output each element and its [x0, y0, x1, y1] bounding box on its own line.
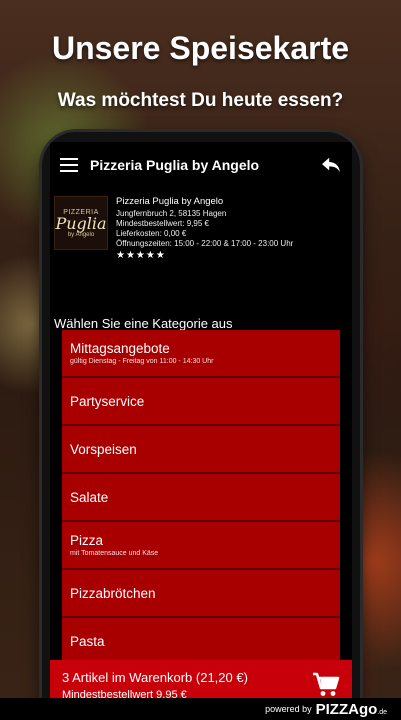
- restaurant-min-order: Mindestbestellwert: 9,95 €: [116, 219, 209, 228]
- rating-stars: ★★★★★: [116, 250, 166, 261]
- pizzago-logo: PIZZAgo.de: [315, 700, 387, 718]
- back-arrow-icon[interactable]: [320, 156, 342, 174]
- category-item-partyservice[interactable]: Partyservice: [62, 378, 340, 426]
- category-item-pasta[interactable]: Pasta: [62, 618, 340, 666]
- category-item-mittagsangebote[interactable]: Mittagsangebote gültig Dienstag - Freita…: [62, 330, 340, 378]
- restaurant-logo: PIZZERIA Puglia by Angelo: [54, 196, 108, 250]
- restaurant-name: Pizzeria Puglia by Angelo: [116, 196, 224, 207]
- restaurant-info: PIZZERIA Puglia by Angelo Pizzeria Pugli…: [50, 188, 352, 318]
- app-bar: Pizzeria Puglia by Angelo: [50, 142, 352, 188]
- category-list: Mittagsangebote gültig Dienstag - Freita…: [50, 330, 352, 666]
- hamburger-icon[interactable]: [60, 158, 78, 172]
- restaurant-delivery-cost: Lieferkosten: 0,00 €: [116, 229, 187, 238]
- promo-subline: Was möchtest Du heute essen?: [57, 90, 344, 111]
- restaurant-opening-hours: Öffnungszeiten: 15:00 - 22:00 & 17:00 - …: [116, 239, 294, 248]
- restaurant-details: Pizzeria Puglia by Angelo Jungfernbruch …: [116, 196, 293, 318]
- restaurant-address: Jungfernbruch 2, 58135 Hagen: [116, 209, 227, 218]
- shopping-cart-icon[interactable]: [312, 672, 340, 698]
- app-screen: Pizzeria Puglia by Angelo PIZZERIA Pugli…: [50, 142, 352, 720]
- cart-summary: 3 Artikel im Warenkorb (21,20 €): [62, 669, 248, 685]
- app-title: Pizzeria Puglia by Angelo: [90, 157, 260, 173]
- category-item-vorspeisen[interactable]: Vorspeisen: [62, 426, 340, 474]
- category-item-salate[interactable]: Salate: [62, 474, 340, 522]
- powered-by-label: powered by: [265, 704, 312, 714]
- category-item-pizza[interactable]: Pizza mit Tomatensauce und Käse: [62, 522, 340, 570]
- category-item-pizzabroetchen[interactable]: Pizzabrötchen: [62, 570, 340, 618]
- promo-headline: Unsere Speisekarte: [51, 30, 350, 66]
- phone-frame: Pizzeria Puglia by Angelo PIZZERIA Pugli…: [42, 132, 360, 720]
- footer-branding: powered by PIZZAgo.de: [0, 698, 401, 720]
